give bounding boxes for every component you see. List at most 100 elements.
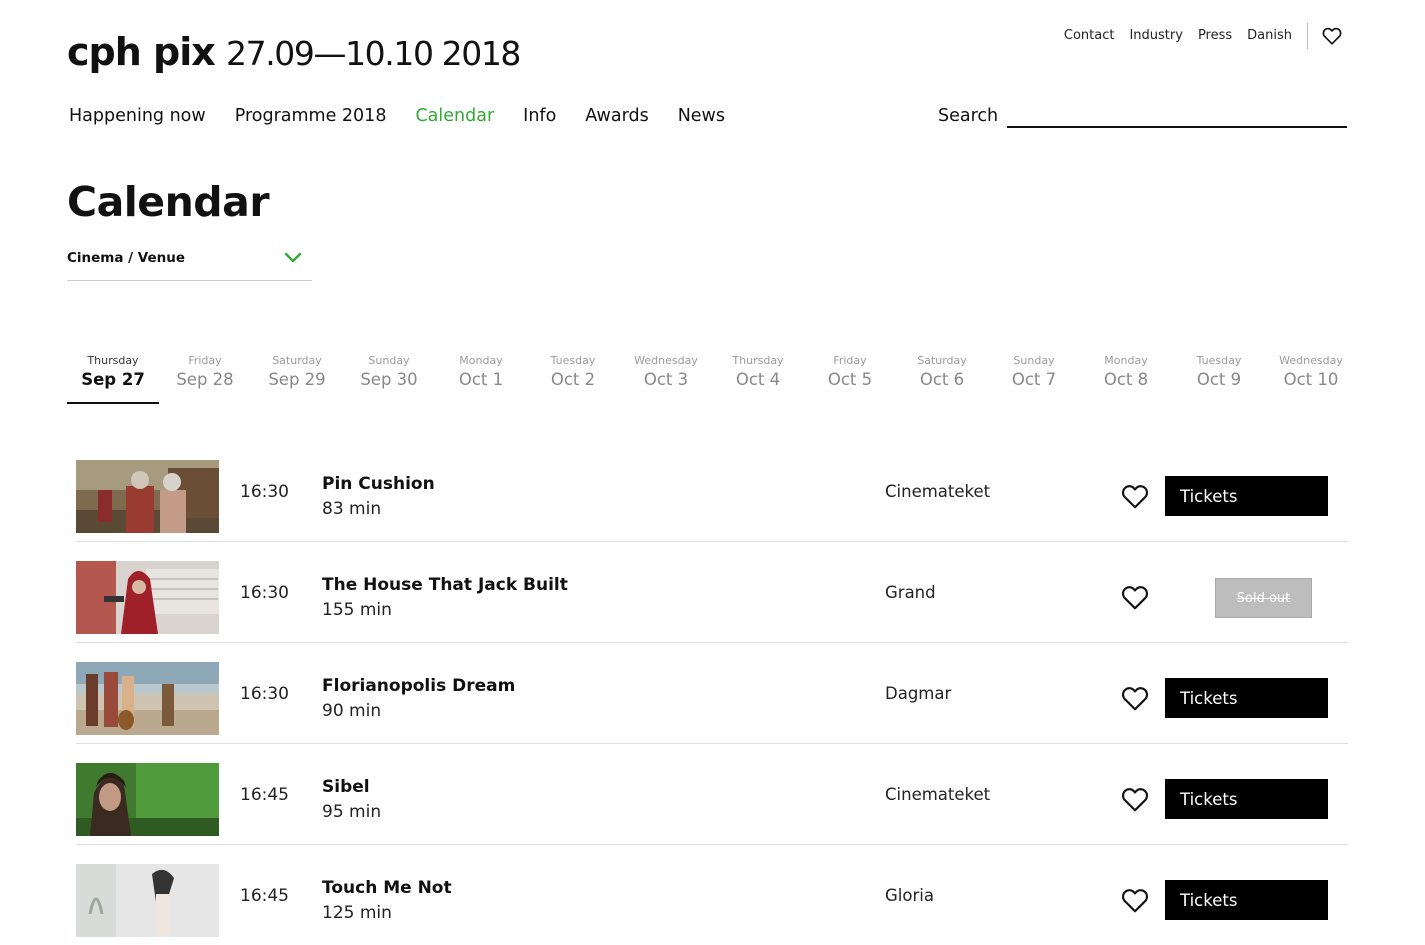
screening-time: 16:30	[240, 482, 289, 502]
film-thumbnail[interactable]	[76, 763, 219, 836]
utility-link-danish[interactable]: Danish	[1247, 28, 1292, 43]
venue-name: Cinemateket	[885, 482, 991, 501]
film-title[interactable]: The House That Jack Built	[322, 575, 568, 595]
main-nav: Happening now Programme 2018 Calendar In…	[69, 106, 754, 126]
film-title[interactable]: Florianopolis Dream	[322, 676, 515, 696]
nav-info[interactable]: Info	[523, 106, 556, 126]
film-duration: 125 min	[322, 903, 392, 923]
date-tab-sep-29[interactable]: Saturday Sep 29	[251, 353, 343, 404]
nav-happening-now[interactable]: Happening now	[69, 106, 206, 126]
date-tab-weekday: Thursday	[732, 354, 784, 367]
date-tab-oct-2[interactable]: Tuesday Oct 2	[527, 353, 619, 404]
utility-divider	[1307, 23, 1308, 49]
film-title[interactable]: Sibel	[322, 777, 370, 797]
date-tab-date: Sep 30	[360, 370, 418, 389]
date-tab-sep-27[interactable]: Thursday Sep 27	[67, 353, 159, 404]
film-thumbnail[interactable]	[76, 460, 219, 533]
film-duration: 83 min	[322, 499, 382, 519]
venue-name: Grand	[885, 583, 936, 602]
search-input[interactable]	[1007, 100, 1347, 128]
date-tab-date: Oct 3	[643, 370, 689, 389]
sold-out-button: Sold out	[1215, 578, 1312, 618]
screening-row: 16:45 Sibel 95 min Cinemateket Tickets	[76, 744, 1348, 845]
date-tab-oct-4[interactable]: Thursday Oct 4	[712, 353, 804, 404]
film-duration: 95 min	[322, 802, 382, 822]
date-tab-date: Oct 1	[458, 370, 504, 389]
date-tab-weekday: Sunday	[368, 354, 410, 367]
venue-name: Cinemateket	[885, 785, 991, 804]
heart-outline-icon[interactable]	[1121, 787, 1149, 812]
film-duration: 155 min	[322, 600, 392, 620]
date-tab-weekday: Tuesday	[550, 354, 596, 367]
heart-outline-icon[interactable]	[1121, 585, 1149, 610]
screening-time: 16:30	[240, 684, 289, 704]
date-tab-date: Sep 29	[268, 370, 326, 389]
tickets-button[interactable]: Tickets	[1165, 880, 1328, 920]
date-tab-date: Oct 5	[827, 370, 873, 389]
date-tab-sep-28[interactable]: Friday Sep 28	[159, 353, 251, 404]
date-tab-date: Oct 2	[550, 370, 596, 389]
film-thumbnail[interactable]	[76, 662, 219, 735]
screening-row: 16:30 The House That Jack Built 155 min …	[76, 542, 1348, 643]
date-tab-oct-5[interactable]: Friday Oct 5	[804, 353, 896, 404]
date-tab-oct-10[interactable]: Wednesday Oct 10	[1265, 353, 1357, 404]
date-tab-oct-3[interactable]: Wednesday Oct 3	[620, 353, 712, 404]
date-tab-date: Sep 27	[81, 370, 145, 389]
date-tab-oct-8[interactable]: Monday Oct 8	[1080, 353, 1172, 404]
tickets-button[interactable]: Tickets	[1165, 678, 1328, 718]
heart-outline-icon[interactable]	[1322, 27, 1342, 45]
tickets-button[interactable]: Tickets	[1165, 779, 1328, 819]
date-tabs: Thursday Sep 27 Friday Sep 28 Saturday S…	[67, 353, 1357, 405]
screening-row: 16:45 Touch Me Not 125 min Gloria Ticket…	[76, 845, 1348, 945]
venue-filter-dropdown[interactable]: Cinema / Venue	[67, 249, 312, 281]
date-tab-weekday: Friday	[833, 354, 867, 367]
film-title[interactable]: Touch Me Not	[322, 878, 452, 898]
tickets-button[interactable]: Tickets	[1165, 476, 1328, 516]
search-label: Search	[938, 106, 999, 126]
screening-row: 16:30 Florianopolis Dream 90 min Dagmar …	[76, 643, 1348, 744]
page-title: Calendar	[67, 178, 270, 226]
nav-news[interactable]: News	[678, 106, 725, 126]
film-thumbnail[interactable]	[76, 864, 219, 937]
date-tab-weekday: Wednesday	[1279, 354, 1343, 367]
screening-time: 16:45	[240, 886, 289, 906]
venue-filter-label: Cinema / Venue	[67, 250, 186, 266]
date-tab-weekday: Wednesday	[634, 354, 698, 367]
date-tab-weekday: Tuesday	[1196, 354, 1242, 367]
film-thumbnail[interactable]	[76, 561, 219, 634]
date-tab-oct-9[interactable]: Tuesday Oct 9	[1173, 353, 1265, 404]
utility-link-contact[interactable]: Contact	[1064, 28, 1115, 43]
screening-time: 16:30	[240, 583, 289, 603]
chevron-down-icon	[284, 252, 302, 263]
nav-programme-2018[interactable]: Programme 2018	[235, 106, 387, 126]
date-tab-weekday: Saturday	[272, 354, 322, 367]
venue-name: Gloria	[885, 886, 934, 905]
utility-link-press[interactable]: Press	[1198, 28, 1232, 43]
date-tab-weekday: Monday	[1104, 354, 1148, 367]
screening-list: 16:30 Pin Cushion 83 min Cinemateket Tic…	[76, 441, 1348, 945]
heart-outline-icon[interactable]	[1121, 888, 1149, 913]
date-tab-date: Oct 8	[1103, 370, 1149, 389]
date-tab-date: Oct 9	[1196, 370, 1242, 389]
date-tab-oct-7[interactable]: Sunday Oct 7	[988, 353, 1080, 404]
utility-link-industry[interactable]: Industry	[1129, 28, 1182, 43]
date-tab-oct-6[interactable]: Saturday Oct 6	[896, 353, 988, 404]
date-tab-oct-1[interactable]: Monday Oct 1	[435, 353, 527, 404]
date-tab-weekday: Sunday	[1013, 354, 1055, 367]
utility-nav: Contact Industry Press Danish	[1049, 28, 1292, 43]
date-tab-date: Oct 6	[919, 370, 965, 389]
nav-awards[interactable]: Awards	[585, 106, 648, 126]
heart-outline-icon[interactable]	[1121, 686, 1149, 711]
date-tab-weekday: Monday	[459, 354, 503, 367]
screening-row: 16:30 Pin Cushion 83 min Cinemateket Tic…	[76, 441, 1348, 542]
venue-name: Dagmar	[885, 684, 952, 703]
film-title[interactable]: Pin Cushion	[322, 474, 435, 494]
date-tab-weekday: Friday	[188, 354, 222, 367]
logo[interactable]: cph pix	[67, 30, 216, 74]
date-tab-sep-30[interactable]: Sunday Sep 30	[343, 353, 435, 404]
date-tab-weekday: Saturday	[917, 354, 967, 367]
date-tab-date: Oct 10	[1283, 370, 1339, 389]
screening-time: 16:45	[240, 785, 289, 805]
heart-outline-icon[interactable]	[1121, 484, 1149, 509]
nav-calendar[interactable]: Calendar	[415, 106, 494, 126]
